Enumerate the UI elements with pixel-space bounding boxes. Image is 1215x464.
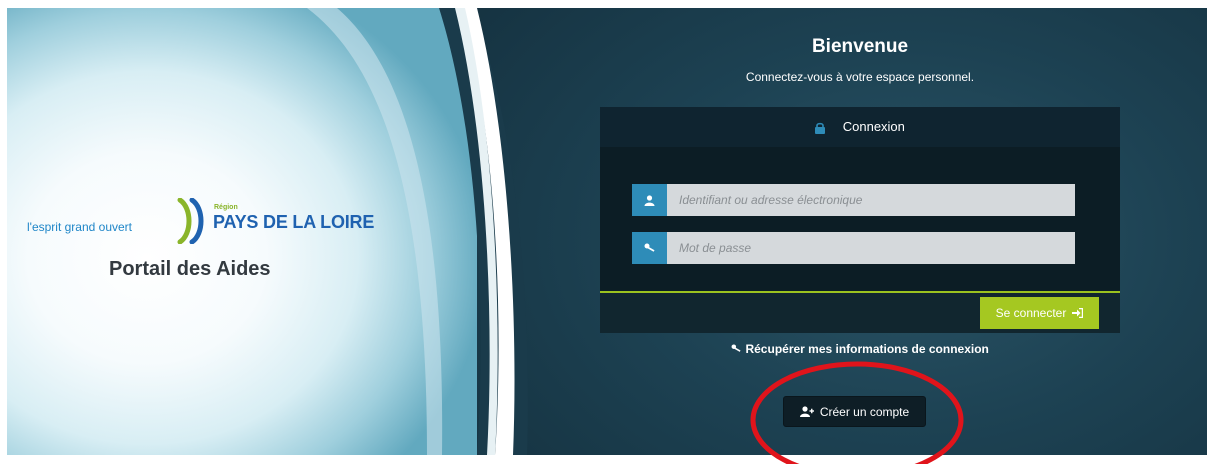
login-footer: Se connecter	[600, 293, 1120, 333]
portal-title: Portail des Aides	[109, 258, 271, 280]
region-logo-icon	[177, 198, 204, 244]
login-header: Connexion	[600, 107, 1120, 147]
brand-logo: l'esprit grand ouvert Région PAYS DE LA …	[27, 198, 387, 298]
login-header-label: Connexion	[842, 119, 905, 134]
login-button[interactable]: Se connecter	[980, 297, 1099, 329]
username-input[interactable]	[667, 184, 1079, 216]
key-icon	[731, 342, 742, 356]
user-plus-icon	[799, 406, 814, 417]
recover-credentials-link[interactable]: Récupérer mes informations de connexion	[600, 341, 1120, 356]
region-name: PAYS DE LA LOIRE	[213, 212, 375, 232]
password-input[interactable]	[667, 232, 1079, 264]
sign-in-icon	[1072, 308, 1084, 318]
create-account-label: Créer un compte	[819, 404, 910, 419]
user-icon	[632, 184, 667, 216]
brand-tagline: l'esprit grand ouvert	[27, 220, 133, 234]
welcome-subtitle: Connectez-vous à votre espace personnel.	[745, 70, 975, 84]
region-small-label: Région	[214, 204, 238, 211]
password-field	[632, 232, 1079, 264]
login-button-label: Se connecter	[995, 306, 1067, 320]
key-icon	[632, 232, 667, 264]
lock-icon	[815, 122, 826, 134]
create-account-button[interactable]: Créer un compte	[783, 396, 926, 427]
welcome-title: Bienvenue	[811, 36, 909, 57]
login-form: Connexion Se connecter	[600, 107, 1120, 333]
recover-credentials-label: Récupérer mes informations de connexion	[745, 341, 989, 356]
username-field	[632, 184, 1079, 216]
